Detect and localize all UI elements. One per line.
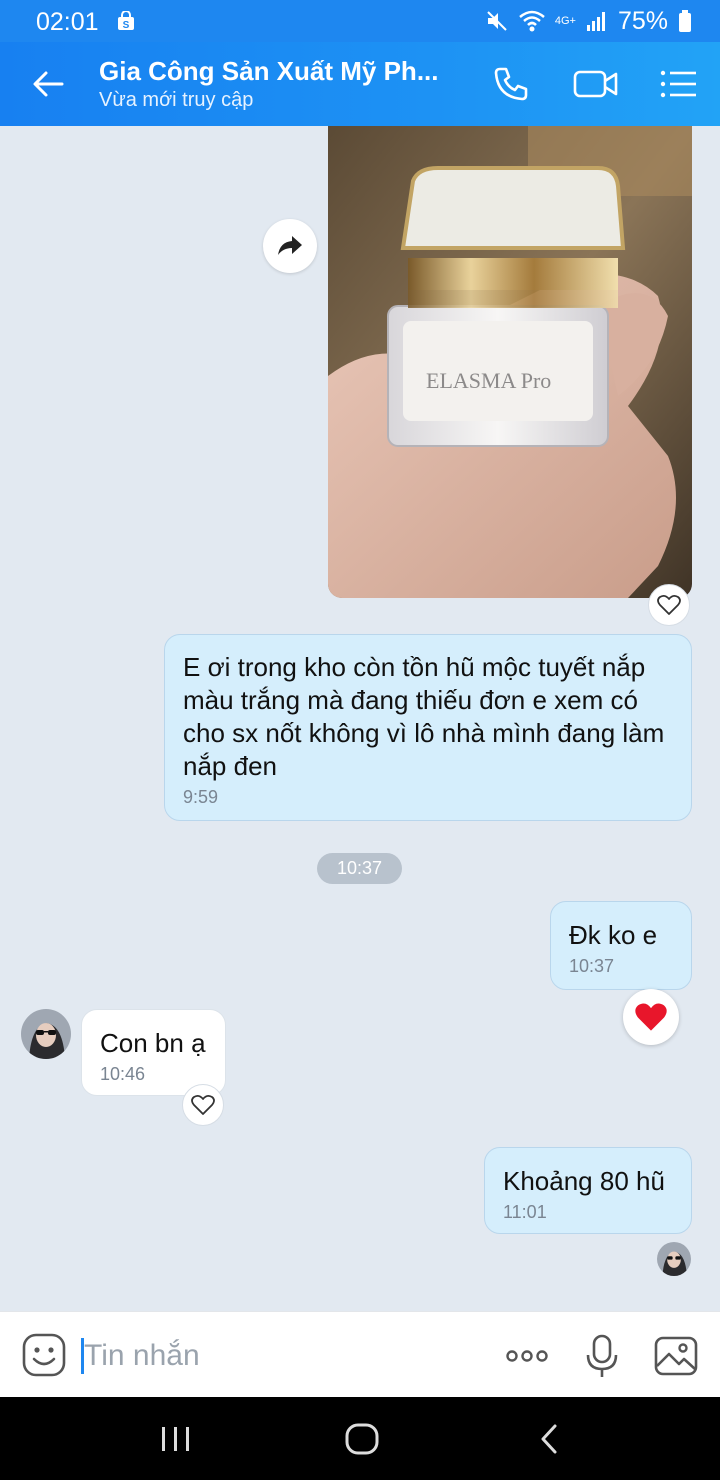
last-seen-status: Vừa mới truy cập: [99, 89, 254, 111]
share-button[interactable]: [263, 219, 317, 273]
message-time: 10:46: [100, 1064, 146, 1084]
sticker-emoji-icon[interactable]: [22, 1333, 66, 1377]
read-receipt-avatar-image: [657, 1242, 691, 1276]
heart-outline-icon: [191, 1094, 215, 1115]
react-heart-button-photo[interactable]: [648, 584, 690, 626]
back-nav-icon[interactable]: [530, 1419, 570, 1459]
menu-list-icon[interactable]: [658, 64, 698, 104]
share-forward-icon: [278, 236, 302, 255]
message-list[interactable]: ELASMA Pro E ơi trong kho còn tồn hũ mộc…: [0, 126, 720, 1311]
battery-percent: 75%: [617, 6, 668, 35]
message-text: Đk ko e: [569, 920, 658, 950]
message-composer: Tin nhắn: [0, 1311, 720, 1398]
phone-icon[interactable]: [491, 64, 531, 104]
signal-icon: [586, 12, 605, 31]
recent-apps-icon[interactable]: [156, 1419, 196, 1459]
heart-filled-icon: [635, 1003, 667, 1031]
message-text: Con bn ạ: [100, 1028, 206, 1058]
outgoing-message-bubble[interactable]: Khoảng 80 hũ 11:01: [484, 1147, 692, 1234]
home-icon[interactable]: [342, 1419, 382, 1459]
react-heart-button[interactable]: [182, 1084, 224, 1126]
photo-message[interactable]: ELASMA Pro: [328, 126, 692, 598]
mute-icon: [487, 11, 507, 31]
video-call-icon[interactable]: [573, 64, 619, 104]
message-time: 10:37: [569, 956, 615, 976]
microphone-icon[interactable]: [579, 1333, 625, 1379]
chat-header: Gia Công Sản Xuất Mỹ Ph... Vừa mới truy …: [0, 42, 720, 126]
status-bar: 02:01 S 4G+ 75%: [0, 0, 720, 42]
contact-avatar-image: [21, 1009, 71, 1059]
outgoing-message-bubble[interactable]: Đk ko e 10:37: [550, 901, 692, 990]
incoming-message-bubble[interactable]: Con bn ạ 10:46: [81, 1009, 226, 1096]
outgoing-message-bubble[interactable]: E ơi trong kho còn tồn hũ mộc tuyết nắp …: [164, 634, 692, 821]
heart-outline-icon: [657, 594, 681, 615]
shopping-bag-icon: S: [118, 11, 134, 31]
wifi-icon: [519, 10, 545, 32]
system-navigation-bar: [0, 1397, 720, 1480]
status-time: 02:01: [36, 8, 99, 36]
heart-reaction[interactable]: [623, 989, 679, 1045]
conversation-title[interactable]: Gia Công Sản Xuất Mỹ Ph...: [99, 56, 444, 87]
product-jar-photo: ELASMA Pro: [328, 126, 692, 598]
back-arrow-icon[interactable]: [30, 66, 66, 102]
svg-text:S: S: [123, 20, 130, 31]
message-input[interactable]: Tin nhắn: [84, 1334, 464, 1378]
network-type: 4G+: [554, 15, 576, 27]
battery-icon: [679, 10, 691, 32]
avatar[interactable]: [21, 1009, 71, 1059]
message-text: Khoảng 80 hũ: [503, 1166, 665, 1196]
jar-label-text: ELASMA Pro: [426, 368, 551, 393]
seen-avatar: [657, 1242, 691, 1276]
message-time: 11:01: [503, 1202, 547, 1222]
time-separator: 10:37: [317, 853, 402, 884]
message-time: 9:59: [183, 787, 219, 807]
message-text: E ơi trong kho còn tồn hũ mộc tuyết nắp …: [183, 652, 665, 781]
status-indicators: 4G+ 75%: [485, 6, 692, 36]
image-gallery-icon[interactable]: [653, 1333, 699, 1379]
more-options-icon[interactable]: [504, 1333, 550, 1379]
